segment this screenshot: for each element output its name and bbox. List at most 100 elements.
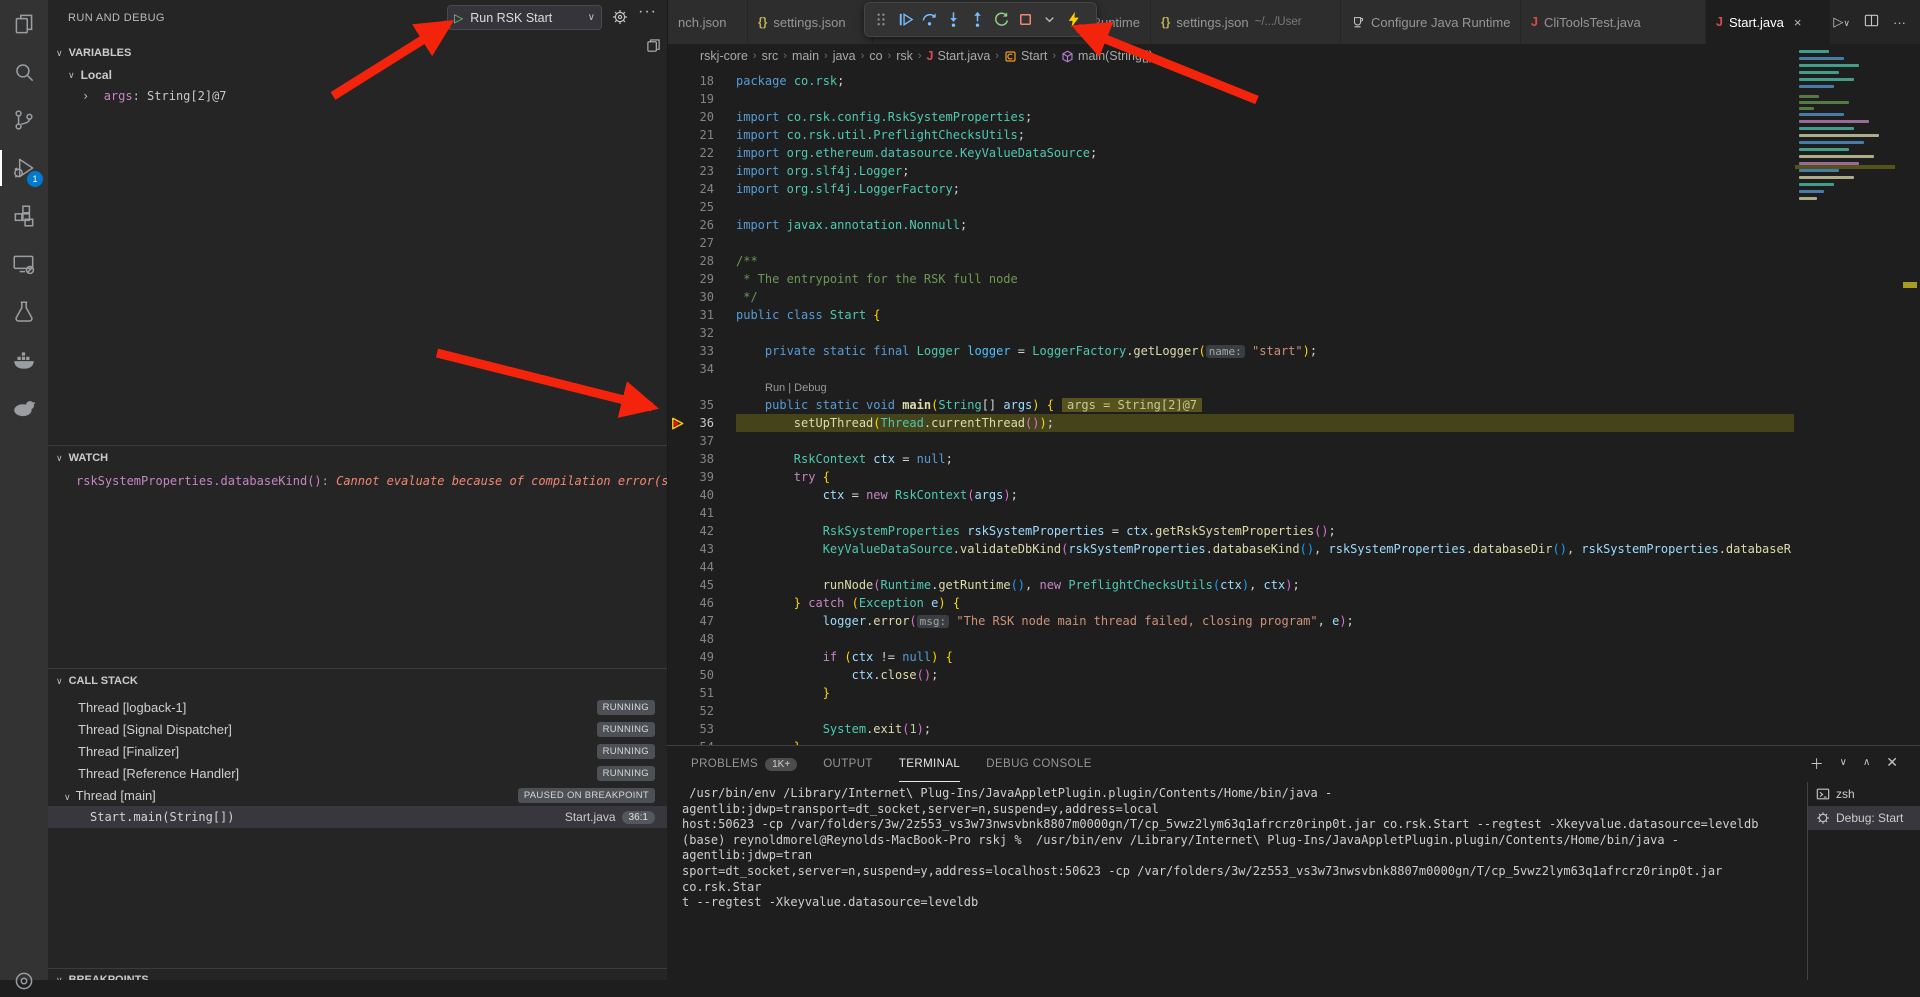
run-and-debug-icon[interactable]: 1 <box>0 144 48 192</box>
docker-icon[interactable] <box>0 336 48 384</box>
variable-args[interactable]: › args: String[2]@7 <box>82 89 227 103</box>
debug-settings-gear-icon[interactable] <box>612 9 628 28</box>
chevron-down-icon[interactable]: ∨ <box>588 12 595 23</box>
thread-row[interactable]: ∨Thread [main]PAUSED ON BREAKPOINT <box>48 784 667 806</box>
codelens-run-debug[interactable]: Run | Debug <box>765 382 827 394</box>
thread-row[interactable]: Thread [Signal Dispatcher]RUNNING <box>48 718 667 740</box>
gutter[interactable]: 44 <box>668 558 736 576</box>
close-icon[interactable]: × <box>1794 15 1802 30</box>
code-editor[interactable]: 18package co.rsk;1920import co.rsk.confi… <box>668 68 1794 745</box>
hot-code-replace-icon[interactable] <box>1061 6 1085 34</box>
breadcrumb-item-main[interactable]: main <box>792 49 819 63</box>
tab-start-java[interactable]: JStart.java× <box>1706 0 1831 44</box>
settings-gear-icon[interactable] <box>11 968 37 997</box>
breadcrumb-item-rsk[interactable]: rsk <box>896 49 913 63</box>
gutter[interactable]: 41 <box>668 504 736 522</box>
more-actions-icon[interactable]: ··· <box>1893 15 1906 30</box>
gutter[interactable]: 28 <box>668 252 736 270</box>
gutter[interactable]: 21 <box>668 126 736 144</box>
gutter[interactable]: 25 <box>668 198 736 216</box>
terminal-output[interactable]: /usr/bin/env /Library/Internet\ Plug-Ins… <box>682 786 1792 911</box>
extensions-icon[interactable] <box>0 192 48 240</box>
watch-expression[interactable]: rskSystemProperties.databaseKind(): Cann… <box>76 474 667 488</box>
gutter[interactable]: 40 <box>668 486 736 504</box>
split-editor-icon[interactable] <box>1864 13 1879 31</box>
breadcrumb-item-rskj-core[interactable]: rskj-core <box>700 49 748 63</box>
gutter[interactable]: 31 <box>668 306 736 324</box>
tab-nch-json[interactable]: nch.json <box>668 0 748 44</box>
thread-row[interactable]: Thread [logback-1]RUNNING <box>48 696 667 718</box>
minimap[interactable] <box>1795 49 1895 729</box>
gutter[interactable] <box>668 378 736 396</box>
tab-clitoolstest-java[interactable]: JCliToolsTest.java <box>1521 0 1706 44</box>
gutter[interactable]: 43 <box>668 540 736 558</box>
gutter[interactable]: 52 <box>668 702 736 720</box>
gutter[interactable]: 33 <box>668 342 736 360</box>
gutter[interactable]: 38 <box>668 450 736 468</box>
breadcrumb-item-co[interactable]: co <box>869 49 882 63</box>
variables-scope-local[interactable]: ∨ Local <box>68 68 112 82</box>
restart-icon[interactable] <box>989 6 1013 34</box>
testing-icon[interactable] <box>0 288 48 336</box>
stack-frame-row[interactable]: Start.main(String[])Start.java36:1 <box>48 806 667 828</box>
gutter[interactable]: 46 <box>668 594 736 612</box>
explorer-icon[interactable] <box>0 0 48 48</box>
gutter[interactable]: 45 <box>668 576 736 594</box>
maximize-panel-icon[interactable]: ∧ <box>1863 754 1870 774</box>
gutter[interactable]: 19 <box>668 90 736 108</box>
thread-row[interactable]: Thread [Reference Handler]RUNNING <box>48 762 667 784</box>
gutter[interactable]: 30 <box>668 288 736 306</box>
step-out-icon[interactable] <box>965 6 989 34</box>
tab-configure-java-runtime[interactable]: Configure Java Runtime <box>1341 0 1521 44</box>
open-editors-icon[interactable] <box>646 38 661 56</box>
remote-explorer-icon[interactable] <box>0 240 48 288</box>
gutter[interactable]: 34 <box>668 360 736 378</box>
thread-row[interactable]: Thread [Finalizer]RUNNING <box>48 740 667 762</box>
step-over-icon[interactable] <box>917 6 941 34</box>
gutter[interactable]: 29 <box>668 270 736 288</box>
breadcrumb-item-start[interactable]: Start <box>1004 49 1047 63</box>
variables-section-header[interactable]: ∨ VARIABLES <box>56 47 131 59</box>
gutter[interactable]: 18 <box>668 72 736 90</box>
breakpoints-section-header[interactable]: ∨ BREAKPOINTS <box>56 974 149 980</box>
gutter[interactable]: 39 <box>668 468 736 486</box>
call-stack-section-header[interactable]: ∨ CALL STACK <box>56 675 138 687</box>
step-into-icon[interactable] <box>941 6 965 34</box>
gutter[interactable]: 23 <box>668 162 736 180</box>
gutter[interactable]: 48 <box>668 630 736 648</box>
gutter[interactable]: 20 <box>668 108 736 126</box>
new-terminal-icon[interactable]: ＋ <box>1810 754 1824 774</box>
tab-settings-json[interactable]: {}settings.json <box>748 0 873 44</box>
gutter[interactable]: 37 <box>668 432 736 450</box>
gutter[interactable]: 53 <box>668 720 736 738</box>
gradle-icon[interactable] <box>0 384 48 432</box>
breadcrumb-item-src[interactable]: src <box>762 49 779 63</box>
search-icon[interactable] <box>0 48 48 96</box>
tab-settings-json[interactable]: {}settings.json~/.../User <box>1151 0 1341 44</box>
terminal-session-zsh[interactable]: zsh <box>1808 782 1920 806</box>
gutter[interactable]: 22 <box>668 144 736 162</box>
run-java-icon[interactable]: ▷∨ <box>1833 14 1850 30</box>
breadcrumb-item-main-string-[interactable]: main(String[]) <box>1061 49 1153 63</box>
overview-ruler[interactable] <box>1895 44 1920 745</box>
gutter[interactable]: 36 <box>668 414 736 432</box>
breadcrumb-item-start-java[interactable]: JStart.java <box>927 49 991 63</box>
gutter[interactable]: 54 <box>668 738 736 745</box>
gutter[interactable]: 51 <box>668 684 736 702</box>
dropdown-icon[interactable] <box>1037 6 1061 34</box>
panel-tab-problems[interactable]: PROBLEMS1K+ <box>691 746 797 782</box>
breadcrumb-item-java[interactable]: java <box>833 49 856 63</box>
gutter[interactable]: 26 <box>668 216 736 234</box>
gutter[interactable]: 50 <box>668 666 736 684</box>
gutter[interactable]: 24 <box>668 180 736 198</box>
run-configuration-button[interactable]: ▷ Run RSK Start ∨ <box>447 5 602 30</box>
gutter[interactable]: 27 <box>668 234 736 252</box>
more-actions-icon[interactable]: ··· <box>638 3 657 21</box>
close-panel-icon[interactable]: ✕ <box>1886 754 1898 774</box>
panel-tab-output[interactable]: OUTPUT <box>823 746 873 782</box>
terminal-dropdown-icon[interactable]: ∨ <box>1840 754 1847 774</box>
gutter[interactable]: 47 <box>668 612 736 630</box>
stop-icon[interactable] <box>1013 6 1037 34</box>
watch-section-header[interactable]: ∨ WATCH <box>56 452 108 464</box>
panel-tab-terminal[interactable]: TERMINAL <box>899 746 960 782</box>
